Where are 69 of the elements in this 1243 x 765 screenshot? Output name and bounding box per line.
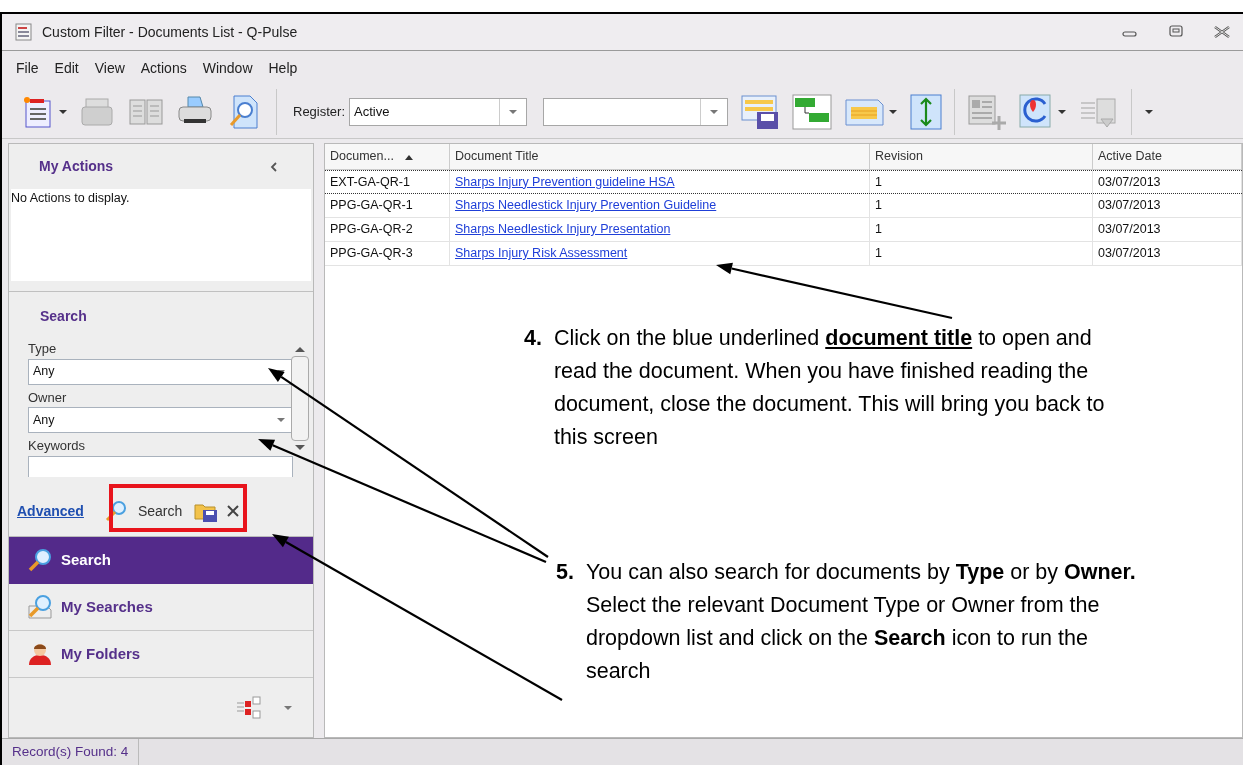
person-icon[interactable] bbox=[27, 641, 53, 667]
save-layout-icon[interactable] bbox=[740, 93, 781, 130]
panel-title: My Actions bbox=[39, 157, 114, 176]
register-dropdown[interactable]: Active bbox=[349, 97, 528, 126]
dropdown-field[interactable]: Any bbox=[28, 358, 293, 385]
scroll-down-icon[interactable] bbox=[294, 444, 306, 452]
table-cell-text: EXT-GA-QR-1 bbox=[330, 173, 410, 191]
close-icon[interactable] bbox=[1213, 25, 1231, 39]
column-header[interactable]: Revision bbox=[870, 144, 1093, 169]
table-cell-text: 03/07/2013 bbox=[1098, 173, 1161, 191]
panel-title: Search bbox=[39, 307, 88, 326]
restore-icon[interactable] bbox=[1167, 25, 1185, 39]
table-cell-text: 03/07/2013 bbox=[1098, 197, 1161, 215]
table-cell-text: 1 bbox=[875, 173, 882, 191]
column-header[interactable]: Active Date bbox=[1093, 144, 1242, 169]
expand-vertical-icon[interactable] bbox=[910, 93, 943, 130]
menu-item[interactable]: Help bbox=[262, 55, 304, 81]
scroll-up-icon[interactable] bbox=[294, 345, 306, 353]
menu-item[interactable]: File bbox=[10, 55, 45, 81]
field-label: Type bbox=[28, 340, 57, 358]
column-header[interactable]: Documen... bbox=[325, 144, 450, 169]
document-link[interactable]: Sharps Injury Prevention guideline HSA bbox=[455, 172, 675, 192]
field-label: Owner bbox=[28, 388, 67, 407]
step-number: 4. bbox=[524, 325, 542, 352]
magnifier-icon[interactable] bbox=[27, 547, 53, 574]
document-link[interactable]: Sharps Needlestick Injury Prevention Guideline bbox=[455, 196, 717, 215]
window-title: Custom Filter - Documents List - Q-Pulse bbox=[42, 22, 299, 42]
instruction-text: Click on the blue underlined document title to open and read the document. When you have finished reading the document, close the document. This will bring you back to this screen bbox=[553, 325, 1106, 451]
step-number: 5. bbox=[556, 559, 574, 586]
search-button[interactable]: Search bbox=[95, 497, 191, 525]
hierarchy-icon[interactable] bbox=[792, 93, 833, 130]
collapse-icon[interactable] bbox=[269, 160, 279, 173]
nav-item[interactable]: Search bbox=[9, 537, 313, 584]
dropdown-field[interactable]: Any bbox=[28, 407, 293, 433]
caret-icon bbox=[276, 416, 286, 424]
caret-icon bbox=[709, 107, 720, 116]
table-cell-text: PPG-GA-QR-1 bbox=[330, 197, 413, 215]
table-cell-text: PPG-GA-QR-3 bbox=[330, 245, 413, 263]
register-label: Register: bbox=[293, 102, 346, 121]
advanced-link[interactable]: Advanced bbox=[17, 500, 84, 522]
document-link[interactable]: Sharps Injury Risk Assessment bbox=[455, 244, 628, 263]
table-cell-text: 1 bbox=[875, 221, 882, 239]
document-link[interactable]: Sharps Needlestick Injury Presentation bbox=[455, 220, 671, 239]
caret-icon[interactable] bbox=[1144, 107, 1155, 116]
menu-item[interactable]: View bbox=[88, 55, 131, 81]
caret-icon[interactable] bbox=[58, 107, 68, 116]
empty-message: No Actions to display. bbox=[11, 191, 130, 205]
close-icon[interactable] bbox=[226, 504, 241, 518]
table-cell-text: 03/07/2013 bbox=[1098, 245, 1161, 263]
table-cell-text: 03/07/2013 bbox=[1098, 221, 1161, 239]
magnifier-icon[interactable] bbox=[103, 500, 128, 522]
field-label: Keywords bbox=[28, 437, 86, 455]
refresh-icon[interactable] bbox=[1019, 93, 1054, 130]
caret-icon[interactable] bbox=[1057, 107, 1068, 116]
table-cell-text: 1 bbox=[875, 245, 882, 263]
table-cell-text: PPG-GA-QR-2 bbox=[330, 221, 413, 239]
document-icon bbox=[14, 22, 34, 42]
menu-item[interactable]: Window bbox=[196, 55, 259, 81]
table-cell-text: 1 bbox=[875, 197, 882, 215]
text-field[interactable] bbox=[28, 455, 293, 477]
caret-icon bbox=[508, 107, 519, 116]
caret-icon[interactable] bbox=[888, 107, 899, 116]
tree-structure-icon[interactable] bbox=[235, 694, 263, 721]
menu-item[interactable]: Actions bbox=[134, 55, 193, 81]
document-list-icon[interactable] bbox=[22, 94, 54, 129]
column-header[interactable]: Document Title bbox=[450, 144, 870, 169]
instruction-text: You can also search for documents by Type or by Owner. Select the relevant Document Type or Owner from the dropdown list and click on the Search icon to run the search bbox=[585, 559, 1137, 685]
menu-item[interactable]: Edit bbox=[48, 55, 85, 81]
status-text: Record(s) Found: 4 bbox=[2, 739, 140, 765]
